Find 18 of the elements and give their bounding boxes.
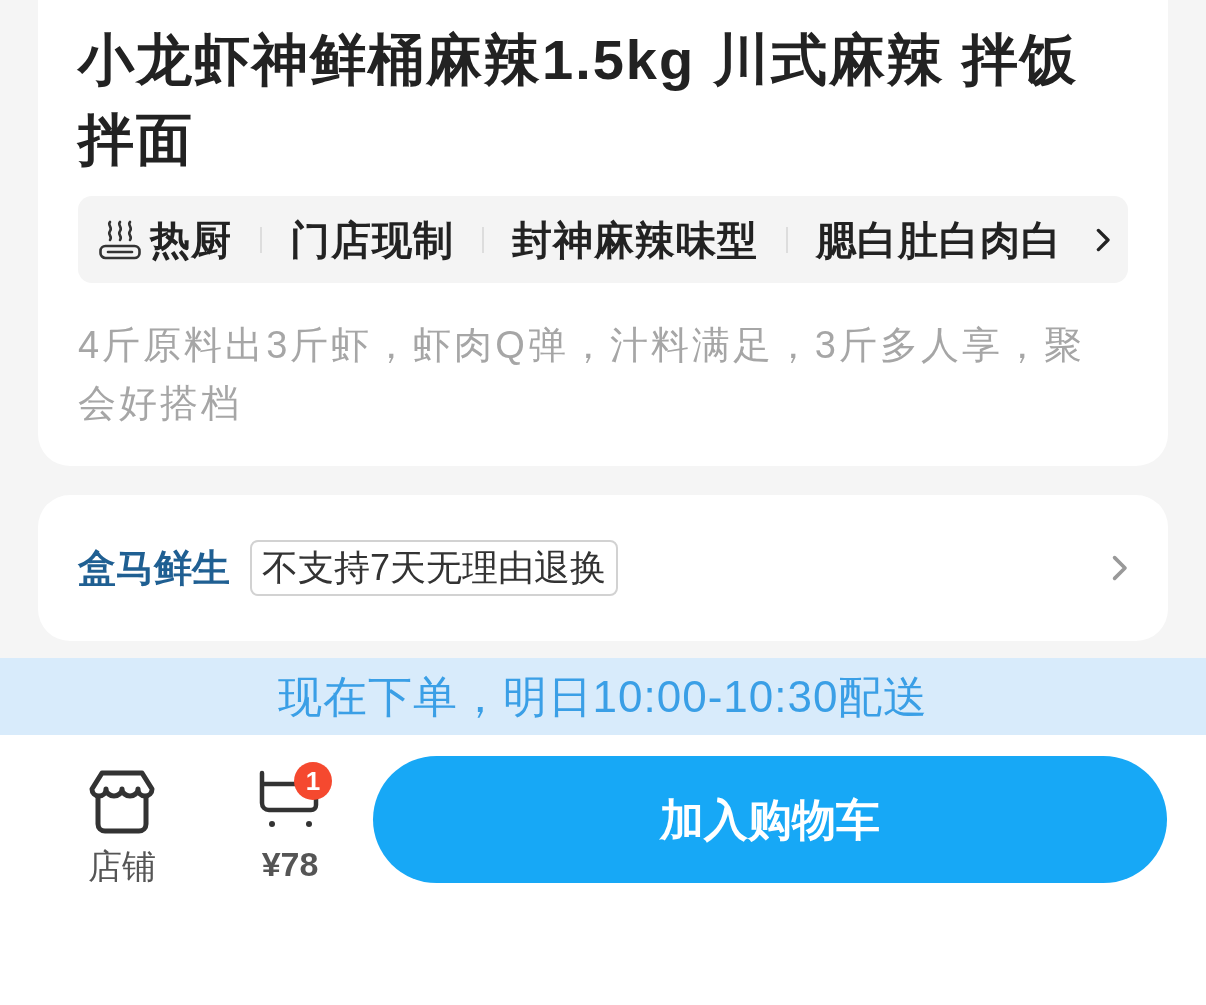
shop-button[interactable]: 店铺	[70, 756, 174, 888]
storefront-icon	[88, 770, 156, 834]
cart-button[interactable]: 1 ¥78	[238, 756, 342, 886]
feature-tag: 封神麻辣味型	[512, 214, 758, 265]
feature-tag: 门店现制	[290, 214, 454, 265]
store-card[interactable]: 盒马鲜生 不支持7天无理由退换	[38, 495, 1168, 641]
feature-tag: 腮白肚白肉白	[816, 214, 1062, 265]
cart-count-badge: 1	[294, 762, 332, 800]
policy-badge: 不支持7天无理由退换	[250, 540, 619, 596]
delivery-time-text: 现在下单，明日10:00-10:30配送	[277, 670, 929, 723]
store-logo: 盒马鲜生	[78, 546, 230, 591]
chevron-right-icon	[1095, 227, 1110, 252]
chevron-right-icon	[1112, 555, 1128, 581]
steam-griddle-icon	[98, 218, 142, 261]
product-title: 小龙虾神鲜桶麻辣1.5kg 川式麻辣 拌饭拌面	[78, 27, 1080, 173]
product-description: 4斤原料出3斤虾，虾肉Q弹，汁料满足，3斤多人享，聚会好搭档	[78, 323, 1086, 426]
cart-total-price: ¥78	[261, 844, 319, 885]
feature-tag: 热厨	[150, 214, 232, 265]
